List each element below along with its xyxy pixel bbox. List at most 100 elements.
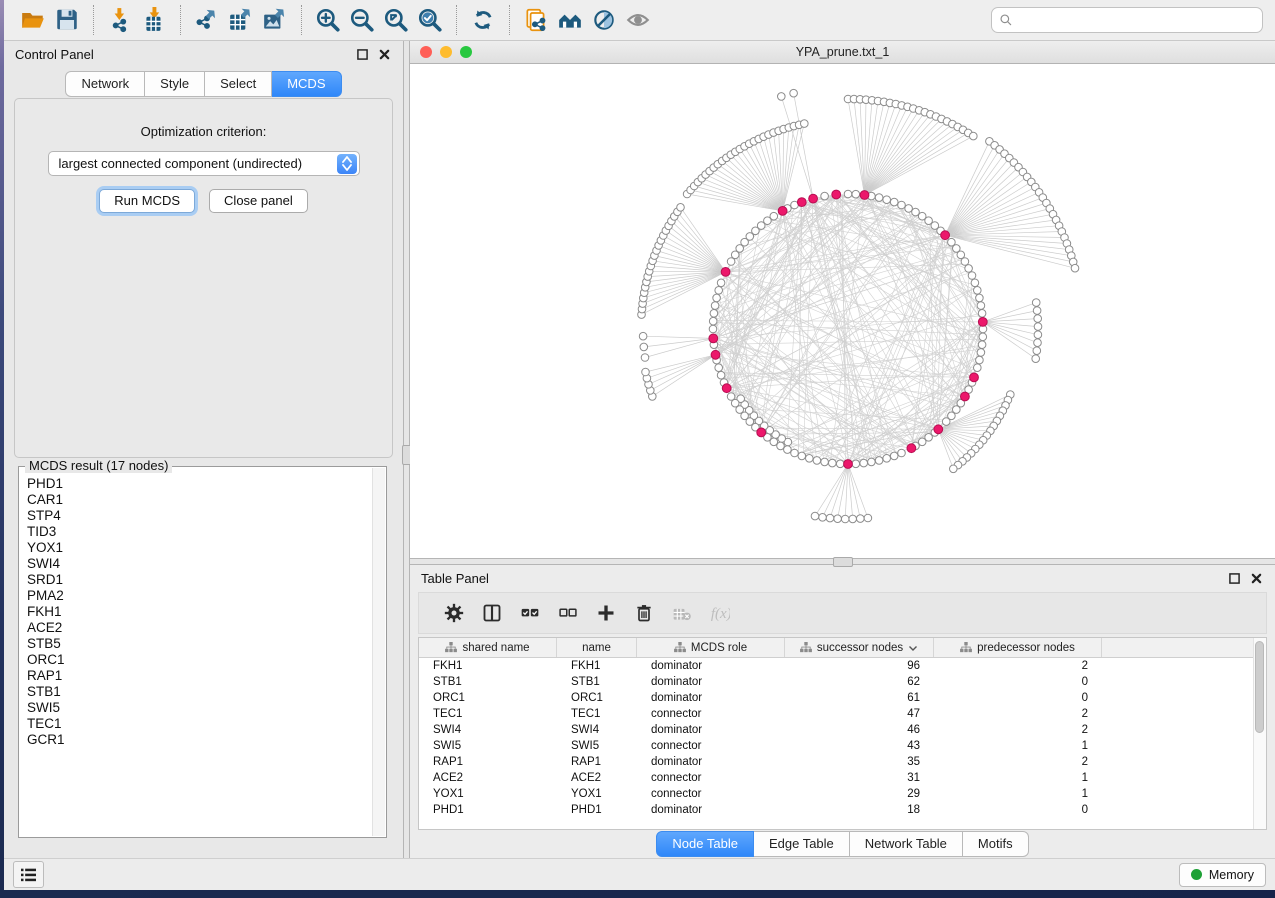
result-node-item[interactable]: STB1	[27, 684, 370, 700]
cell[interactable]: 29	[785, 788, 934, 800]
table-row[interactable]: YOX1YOX1connector291	[419, 786, 1266, 802]
tab-edge-table[interactable]: Edge Table	[754, 831, 850, 857]
optimization-criterion-select[interactable]: largest connected component (undirected)	[48, 151, 360, 176]
select-all-button[interactable]	[511, 597, 549, 629]
binoculars-button[interactable]	[553, 5, 587, 35]
result-node-item[interactable]: SRD1	[27, 572, 370, 588]
zoom-out-button[interactable]	[345, 5, 379, 35]
cell[interactable]: SWI4	[557, 724, 637, 736]
cell[interactable]: 31	[785, 772, 934, 784]
eye-button[interactable]	[621, 5, 655, 35]
export-network-button[interactable]	[190, 5, 224, 35]
tab-mcds[interactable]: MCDS	[272, 71, 341, 97]
cell[interactable]: 0	[934, 804, 1102, 816]
result-node-item[interactable]: PHD1	[27, 476, 370, 492]
network-window-titlebar[interactable]: YPA_prune.txt_1	[410, 41, 1275, 64]
cell[interactable]: 2	[934, 724, 1102, 736]
cell[interactable]: 46	[785, 724, 934, 736]
column-header-predecessor-nodes[interactable]: predecessor nodes	[934, 638, 1102, 657]
float-panel-icon[interactable]	[1226, 570, 1242, 586]
column-button[interactable]	[473, 597, 511, 629]
cell[interactable]: RAP1	[557, 756, 637, 768]
cell[interactable]: 18	[785, 804, 934, 816]
window-zoom-icon[interactable]	[460, 46, 472, 58]
cell[interactable]: 1	[934, 772, 1102, 784]
cell[interactable]: 2	[934, 660, 1102, 672]
task-history-button[interactable]	[13, 861, 44, 888]
table-row[interactable]: PHD1PHD1dominator180	[419, 802, 1266, 818]
table-row[interactable]: RAP1RAP1dominator352	[419, 754, 1266, 770]
result-node-item[interactable]: TID3	[27, 524, 370, 540]
cell[interactable]: RAP1	[419, 756, 557, 768]
cell[interactable]: SWI5	[419, 740, 557, 752]
deselect-all-button[interactable]	[549, 597, 587, 629]
tab-node-table[interactable]: Node Table	[656, 831, 754, 857]
cell[interactable]: STB1	[419, 676, 557, 688]
search-field[interactable]	[991, 7, 1263, 33]
cell[interactable]: 35	[785, 756, 934, 768]
cell[interactable]: connector	[637, 708, 785, 720]
cell[interactable]: ACE2	[419, 772, 557, 784]
table-row[interactable]: TEC1TEC1connector472	[419, 706, 1266, 722]
result-node-item[interactable]: CAR1	[27, 492, 370, 508]
result-node-item[interactable]: STB5	[27, 636, 370, 652]
cell[interactable]: STB1	[557, 676, 637, 688]
cell[interactable]: ACE2	[557, 772, 637, 784]
cell[interactable]: TEC1	[419, 708, 557, 720]
cell[interactable]: 96	[785, 660, 934, 672]
search-input[interactable]	[1018, 13, 1255, 27]
window-close-icon[interactable]	[420, 46, 432, 58]
splitter-handle[interactable]	[833, 557, 853, 567]
cell[interactable]: PHD1	[557, 804, 637, 816]
mcds-result-list[interactable]: PHD1CAR1STP4TID3YOX1SWI4SRD1PMA2FKH1ACE2…	[23, 471, 370, 833]
horizontal-splitter[interactable]	[410, 558, 1275, 565]
cell[interactable]: PHD1	[419, 804, 557, 816]
cell[interactable]: FKH1	[419, 660, 557, 672]
export-image-button[interactable]	[258, 5, 292, 35]
cell[interactable]: YOX1	[557, 788, 637, 800]
cell[interactable]: FKH1	[557, 660, 637, 672]
window-minimize-icon[interactable]	[440, 46, 452, 58]
cell[interactable]: dominator	[637, 692, 785, 704]
result-node-item[interactable]: ACE2	[27, 620, 370, 636]
cell[interactable]: dominator	[637, 660, 785, 672]
cell[interactable]: SWI5	[557, 740, 637, 752]
cell[interactable]: 0	[934, 676, 1102, 688]
cell[interactable]: 47	[785, 708, 934, 720]
open-folder-button[interactable]	[16, 5, 50, 35]
result-node-item[interactable]: PMA2	[27, 588, 370, 604]
gear-button[interactable]	[435, 597, 473, 629]
column-header-shared-name[interactable]: shared name	[419, 638, 557, 657]
cell[interactable]: 2	[934, 708, 1102, 720]
cell[interactable]: ORC1	[557, 692, 637, 704]
import-table-button[interactable]	[137, 5, 171, 35]
result-node-item[interactable]: SWI4	[27, 556, 370, 572]
cell[interactable]: 1	[934, 788, 1102, 800]
export-table-button[interactable]	[224, 5, 258, 35]
table-row[interactable]: SWI5SWI5connector431	[419, 738, 1266, 754]
close-panel-icon[interactable]	[376, 46, 392, 62]
table-scrollbar[interactable]	[1253, 638, 1266, 829]
tab-motifs[interactable]: Motifs	[963, 831, 1029, 857]
table-row[interactable]: STB1STB1dominator620	[419, 674, 1266, 690]
result-node-item[interactable]: FKH1	[27, 604, 370, 620]
cell[interactable]: connector	[637, 772, 785, 784]
memory-button[interactable]: Memory	[1179, 863, 1266, 887]
add-button[interactable]	[587, 597, 625, 629]
cell[interactable]: dominator	[637, 676, 785, 688]
save-button[interactable]	[50, 5, 84, 35]
table-row[interactable]: ORC1ORC1dominator610	[419, 690, 1266, 706]
cell[interactable]: 43	[785, 740, 934, 752]
result-node-item[interactable]: SWI5	[27, 700, 370, 716]
cell[interactable]: 61	[785, 692, 934, 704]
tab-select[interactable]: Select	[205, 71, 272, 97]
tab-network[interactable]: Network	[65, 71, 145, 97]
column-header-name[interactable]: name	[557, 638, 637, 657]
cell[interactable]: dominator	[637, 724, 785, 736]
clone-network-button[interactable]	[519, 5, 553, 35]
vertical-splitter[interactable]	[403, 41, 410, 858]
table-row[interactable]: ACE2ACE2connector311	[419, 770, 1266, 786]
tab-style[interactable]: Style	[145, 71, 205, 97]
cell[interactable]: 62	[785, 676, 934, 688]
refresh-layout-button[interactable]	[466, 5, 500, 35]
